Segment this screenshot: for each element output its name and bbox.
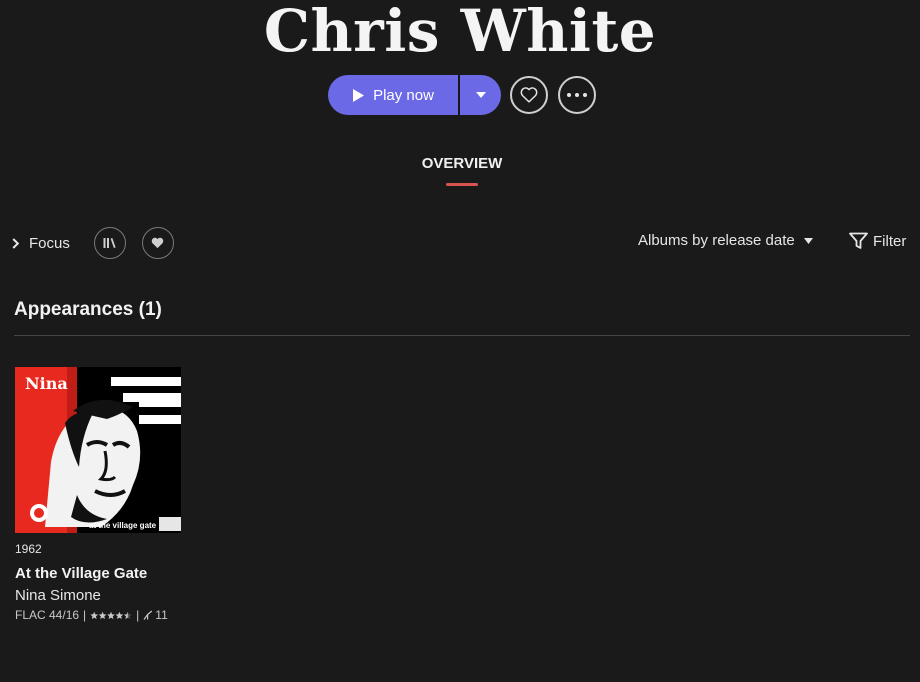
tracks-icon [143,610,153,620]
cover-subtitle-text: at the village gate [89,521,157,530]
album-card[interactable]: Nina at the village gate 1962 At the Vil… [15,367,181,622]
play-now-button[interactable]: Play now [328,75,458,115]
album-cover[interactable]: Nina at the village gate [15,367,181,533]
album-title[interactable]: At the Village Gate [15,565,181,582]
sort-select[interactable]: Albums by release date [638,232,813,249]
section-title: Appearances (1) [14,299,162,320]
active-tab-indicator [446,183,478,186]
play-now-label: Play now [373,86,434,104]
focus-label: Focus [29,234,70,252]
rating-star [98,611,107,619]
library-icon [103,238,116,248]
favorite-button[interactable] [510,76,548,114]
album-meta: FLAC 44/16 | | 11 [15,608,181,622]
play-options-dropdown-button[interactable] [460,75,501,115]
more-dots-icon [567,93,587,97]
artist-name: Chris White [263,0,657,65]
focus-toggle[interactable]: Focus [12,235,70,252]
sort-label: Albums by release date [638,232,795,249]
section-divider [14,335,910,336]
album-artist[interactable]: Nina Simone [15,587,181,604]
rating-stars-icon [90,611,132,619]
filter-icon [849,232,868,249]
play-icon [353,88,365,102]
library-filter-button[interactable] [93,227,126,259]
favorites-filter-button[interactable] [141,227,174,259]
meta-separator: | [136,608,140,622]
caret-down-icon [803,237,813,244]
artist-page: Chris White Play now OVERVIEW Focus Albu… [0,0,920,682]
album-track-count: 11 [155,608,168,622]
focus-toolbar: Focus [12,227,174,259]
cover-title-text: Nina [25,374,68,393]
filter-label: Filter [873,232,907,250]
heart-icon [152,237,164,249]
caret-down-icon [475,92,486,98]
artist-actions: Play now [328,75,596,115]
rating-star [90,611,99,619]
tab-overview[interactable]: OVERVIEW [0,155,920,172]
album-format: FLAC 44/16 [15,608,80,622]
more-options-button[interactable] [558,76,596,114]
chevron-right-icon [12,237,19,249]
meta-separator: | [83,608,87,622]
rating-star [107,611,115,619]
rating-star [115,611,124,619]
filter-button[interactable]: Filter [849,232,906,250]
album-year: 1962 [15,542,42,556]
heart-outline-icon [520,87,538,103]
